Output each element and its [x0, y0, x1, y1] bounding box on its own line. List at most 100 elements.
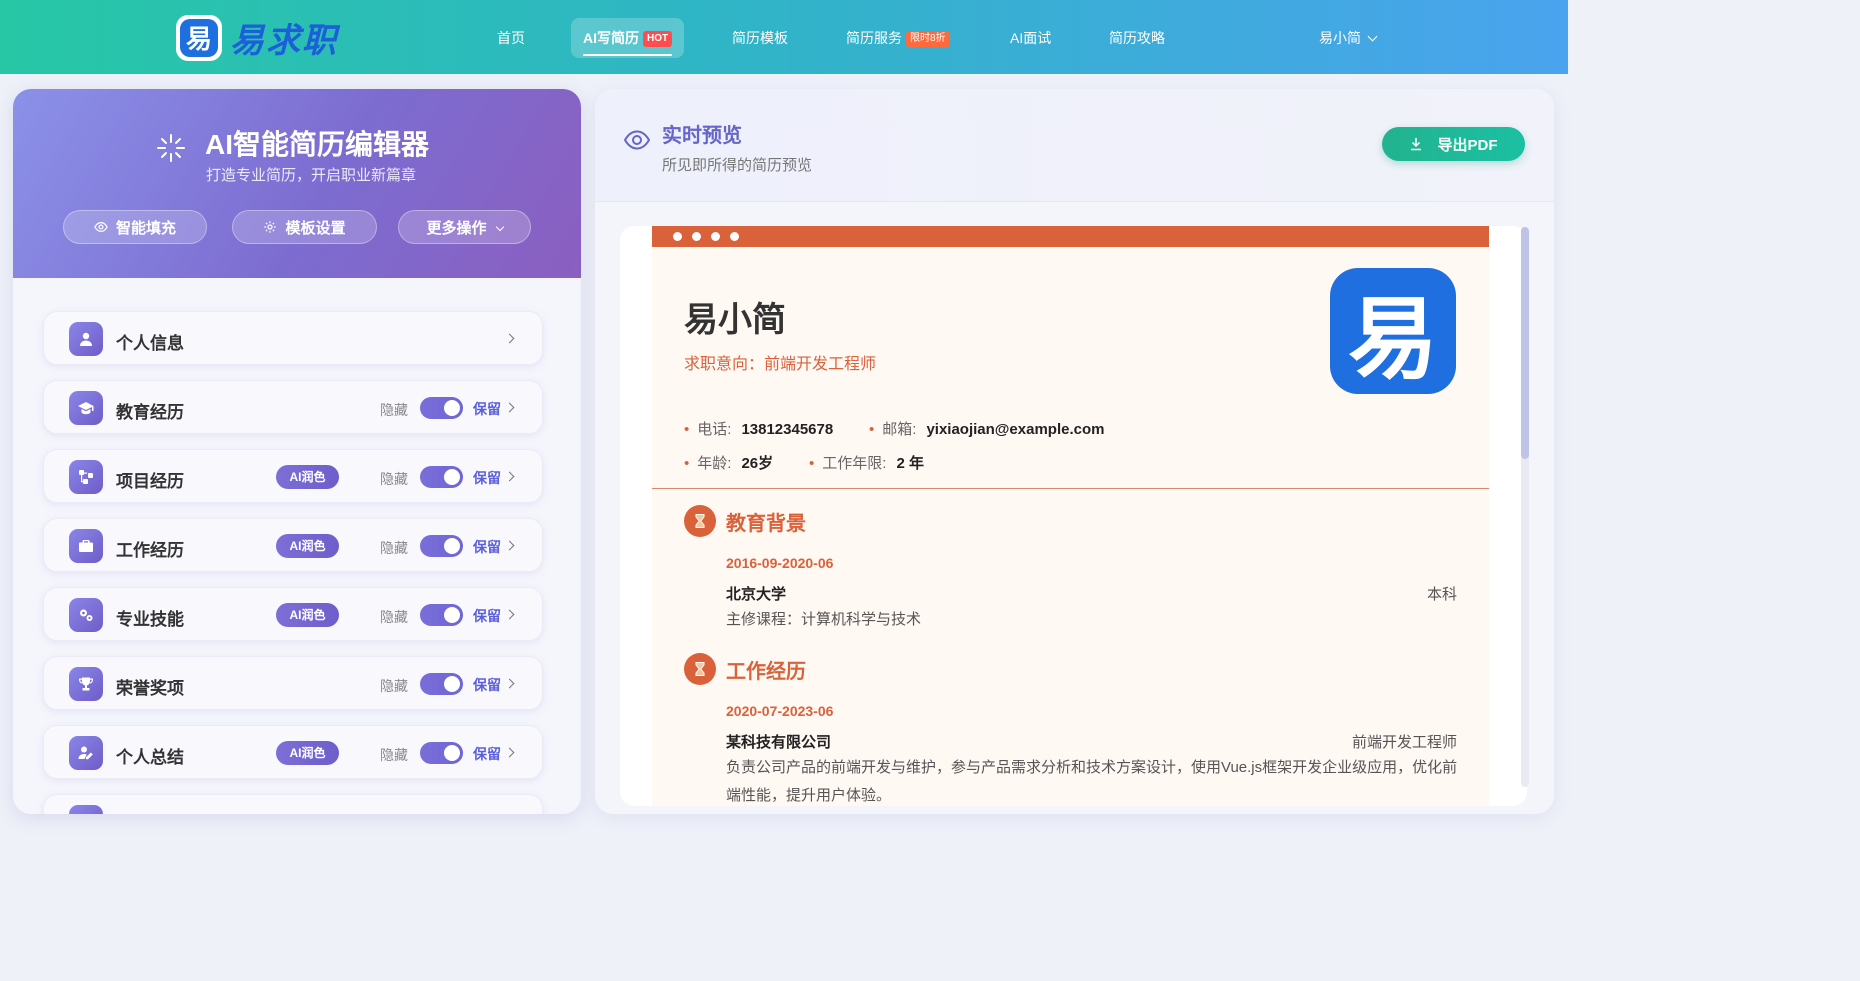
- hourglass-icon: [684, 653, 716, 685]
- keep-label[interactable]: 保留: [473, 399, 501, 419]
- section-awards[interactable]: 荣誉奖项 隐藏 保留: [43, 656, 543, 710]
- visibility-toggle[interactable]: [420, 604, 463, 626]
- work-date: 2020-07-2023-06: [726, 703, 834, 719]
- resume-canvas: 易小简 求职意向：前端开发工程师 易 • 电话: 13812345678 • 邮箱: y…: [620, 226, 1527, 806]
- nav-services[interactable]: 简历服务 限时8折: [846, 18, 950, 58]
- hide-label: 隐藏: [380, 402, 408, 418]
- chevron-right-icon[interactable]: [504, 471, 515, 482]
- education-date: 2016-09-2020-06: [726, 555, 834, 571]
- preview-scrollbar[interactable]: [1521, 227, 1529, 787]
- ai-polish-button[interactable]: AI润色: [276, 741, 339, 765]
- age-info[interactable]: • 年龄: 26岁: [684, 452, 773, 473]
- section-skills[interactable]: 专业技能 AI润色 隐藏 保留: [43, 587, 543, 641]
- email-info[interactable]: • 邮箱: yixiaojian@example.com: [869, 418, 1104, 439]
- resume-name[interactable]: 易小简: [684, 292, 786, 341]
- nav-services-label: 简历服务: [846, 30, 902, 46]
- preview-subtitle: 所见即所得的简历预览: [662, 157, 813, 174]
- section-work[interactable]: 工作经历 AI润色 隐藏 保留: [43, 518, 543, 572]
- keep-label[interactable]: 保留: [473, 537, 501, 557]
- more-actions-button[interactable]: 更多操作: [398, 210, 531, 244]
- work-section-header[interactable]: 工作经历: [684, 653, 806, 685]
- smart-fill-button[interactable]: 智能填充: [63, 210, 207, 244]
- download-icon: [1411, 138, 1422, 151]
- gears-icon: [69, 598, 103, 632]
- hide-label: 隐藏: [380, 678, 408, 694]
- education-section-header[interactable]: 教育背景: [684, 505, 806, 537]
- nav-guide[interactable]: 简历攻略: [1109, 18, 1165, 58]
- chevron-right-icon[interactable]: [504, 402, 515, 413]
- nav-interview[interactable]: AI面试: [1010, 18, 1051, 58]
- user-edit-icon: [69, 736, 103, 770]
- nav-home-label: 首页: [497, 30, 525, 46]
- user-menu[interactable]: 易小简: [1319, 18, 1378, 58]
- age-value: 26岁: [741, 455, 774, 472]
- brand-name: 易求职: [230, 22, 338, 60]
- template-settings-label: 模板设置: [285, 219, 346, 237]
- years-value: 2 年: [896, 455, 924, 472]
- logo-mark: 易: [176, 14, 222, 61]
- course-description: 主修课程：计算机科学与技术: [726, 611, 922, 628]
- chevron-right-icon[interactable]: [504, 333, 515, 344]
- ai-polish-button[interactable]: AI润色: [276, 534, 339, 558]
- school-name: 北京大学: [726, 586, 787, 603]
- keep-label[interactable]: 保留: [473, 468, 501, 488]
- chevron-down-icon: [1367, 31, 1378, 42]
- visibility-toggle[interactable]: [420, 535, 463, 557]
- section-education[interactable]: 教育经历 隐藏 保留: [43, 380, 543, 434]
- chevron-right-icon[interactable]: [504, 609, 515, 620]
- keep-label[interactable]: 保留: [473, 675, 501, 695]
- chevron-right-icon[interactable]: [504, 747, 515, 758]
- editor-title: AI智能简历编辑器: [205, 129, 430, 160]
- company-name: 某科技有限公司: [726, 734, 832, 751]
- section-title: 工作经历: [726, 660, 806, 683]
- scroll-thumb[interactable]: [1521, 227, 1529, 459]
- bar-dot: [711, 232, 720, 241]
- section-label: 荣誉奖项: [116, 679, 184, 698]
- section-personal-info[interactable]: 个人信息: [43, 311, 543, 365]
- hide-label: 隐藏: [380, 747, 408, 763]
- nav-ai-resume-label: AI写简历: [583, 30, 639, 46]
- section-title: 教育背景: [726, 512, 806, 535]
- graduation-cap-icon: [69, 391, 103, 425]
- section-label: 工作经历: [116, 541, 184, 560]
- nav-ai-resume[interactable]: AI写简历 HOT: [571, 18, 685, 58]
- nav-templates-label: 简历模板: [732, 30, 788, 46]
- keep-label[interactable]: 保留: [473, 606, 501, 626]
- visibility-toggle[interactable]: [420, 673, 463, 695]
- keep-label[interactable]: 保留: [473, 744, 501, 764]
- section-more[interactable]: [43, 794, 543, 814]
- phone-info[interactable]: • 电话: 13812345678: [684, 418, 833, 439]
- avatar[interactable]: 易: [1330, 268, 1456, 394]
- nav-templates[interactable]: 简历模板: [732, 18, 788, 58]
- nav-guide-label: 简历攻略: [1109, 30, 1165, 46]
- eye-icon: [94, 222, 108, 232]
- ai-polish-button[interactable]: AI润色: [276, 465, 339, 489]
- visibility-toggle[interactable]: [420, 466, 463, 488]
- hide-label: 隐藏: [380, 609, 408, 625]
- section-projects[interactable]: 项目经历 AI润色 隐藏 保留: [43, 449, 543, 503]
- divider: [652, 488, 1489, 489]
- bar-dot: [730, 232, 739, 241]
- preview-panel: 实时预览 所见即所得的简历预览 导出PDF 易小简 求职意向：前端开发工程师 易…: [595, 89, 1554, 814]
- chevron-right-icon[interactable]: [504, 540, 515, 551]
- years-info[interactable]: • 工作年限: 2 年: [809, 452, 924, 473]
- section-summary[interactable]: 个人总结 AI润色 隐藏 保留: [43, 725, 543, 779]
- chevron-right-icon[interactable]: [504, 678, 515, 689]
- project-tree-icon: [69, 460, 103, 494]
- position: 前端开发工程师: [1351, 734, 1457, 751]
- ai-polish-button[interactable]: AI润色: [276, 603, 339, 627]
- export-pdf-button[interactable]: 导出PDF: [1382, 127, 1525, 161]
- section-label: 个人总结: [116, 748, 184, 767]
- user-icon: [69, 322, 103, 356]
- hide-label: 隐藏: [380, 471, 408, 487]
- hot-badge: HOT: [643, 31, 673, 47]
- nav-home[interactable]: 首页: [497, 18, 525, 58]
- resume-intent[interactable]: 求职意向：前端开发工程师: [684, 350, 876, 374]
- visibility-toggle[interactable]: [420, 742, 463, 764]
- template-settings-button[interactable]: 模板设置: [232, 210, 377, 244]
- brand-logo[interactable]: 易 易求职: [176, 13, 338, 62]
- hide-label: 隐藏: [380, 540, 408, 556]
- section-label: 专业技能: [116, 610, 184, 629]
- visibility-toggle[interactable]: [420, 397, 463, 419]
- editor-subtitle: 打造专业简历，开启职业新篇章: [206, 167, 417, 184]
